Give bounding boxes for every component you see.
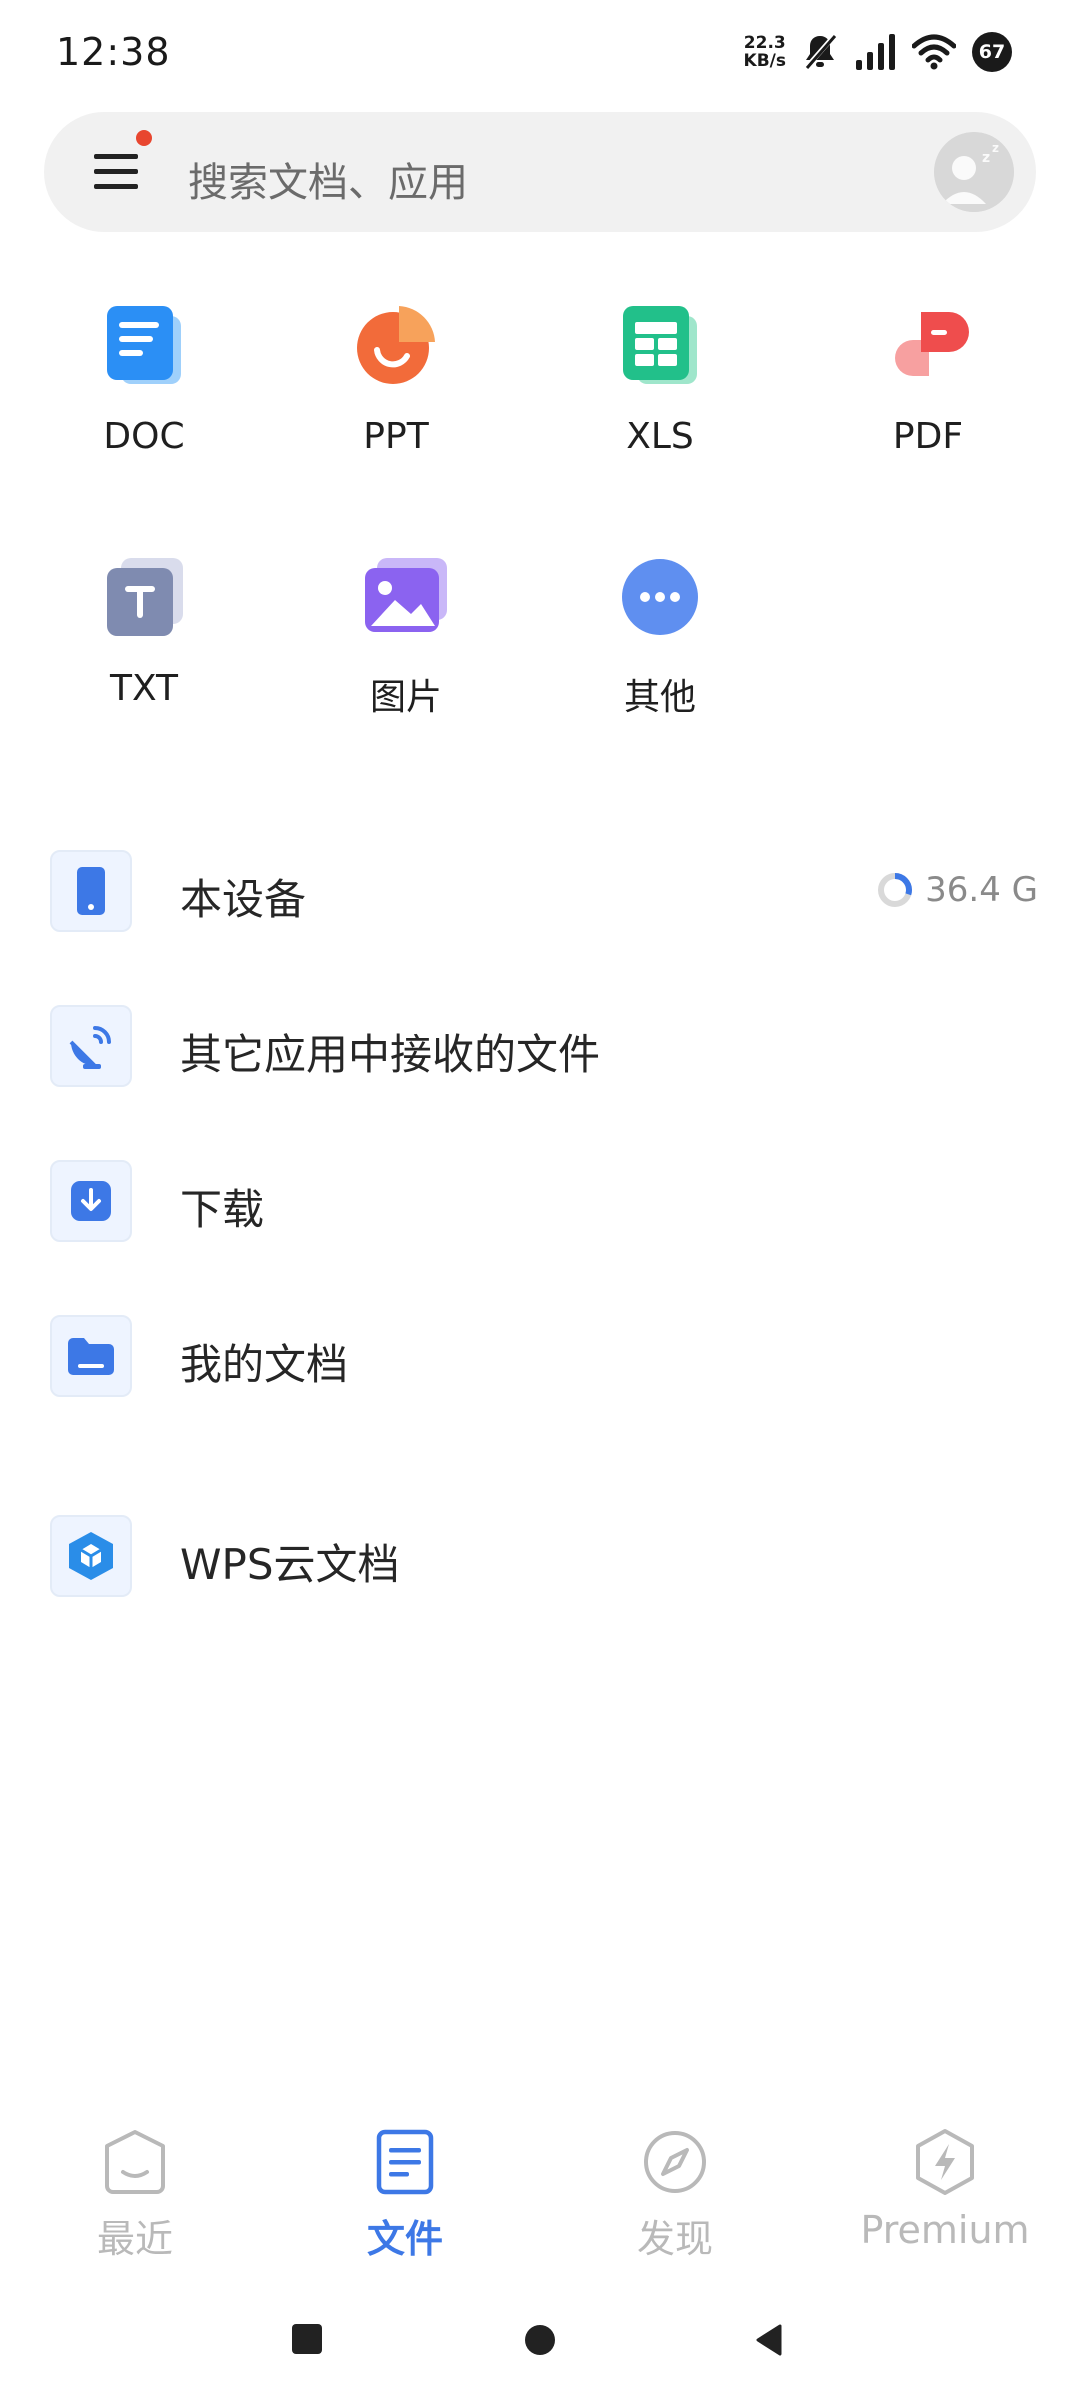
search-input[interactable]: 搜索文档、应用 (188, 150, 468, 208)
file-type-label: TXT (109, 668, 178, 709)
more-icon (622, 559, 698, 635)
doc-icon (107, 306, 181, 384)
storage-usage: 36.4 G (875, 870, 1038, 910)
avatar-sleeping-icon: z z (934, 132, 1014, 212)
premium-bolt-icon (916, 2129, 974, 2195)
txt-icon (107, 558, 183, 636)
file-type-label: DOC (103, 416, 185, 457)
file-type-label: XLS (626, 416, 694, 457)
signal-icon (856, 34, 895, 70)
bottom-tab-bar: 最近 文件 发现 Premium (0, 2110, 1080, 2270)
bell-muted-icon (804, 34, 837, 70)
file-type-label: 其他 (623, 677, 696, 718)
tab-recent[interactable]: 最近 (0, 2110, 270, 2261)
file-type-pdf[interactable]: PDF (818, 290, 1038, 490)
tab-label: 文件 (366, 2217, 443, 2261)
location-icon-wrap (50, 850, 132, 932)
location-downloads[interactable]: 下载 (48, 1150, 1038, 1250)
cloud-cube-icon (69, 1532, 113, 1580)
file-type-other[interactable]: 其他 (550, 542, 770, 742)
pdf-icon (895, 312, 969, 376)
location-label: 我的文档 (180, 1340, 349, 1389)
satellite-icon (69, 1026, 111, 1069)
tab-discover[interactable]: 发现 (540, 2110, 810, 2261)
file-type-doc[interactable]: DOC (34, 290, 254, 490)
file-type-txt[interactable]: TXT (34, 542, 254, 742)
download-icon (71, 1181, 111, 1221)
svg-text:z: z (982, 150, 990, 166)
folder-icon (68, 1338, 114, 1375)
ppt-icon (357, 306, 435, 384)
tab-premium[interactable]: Premium (810, 2110, 1080, 2260)
file-type-image[interactable]: 图片 (296, 542, 516, 742)
compass-icon (644, 2131, 706, 2193)
file-type-label: 图片 (369, 677, 442, 718)
svg-text:z: z (992, 141, 999, 155)
location-icon-wrap (50, 1160, 132, 1242)
location-label: 本设备 (180, 875, 307, 924)
file-type-label: PPT (363, 416, 429, 457)
status-time: 12:38 (56, 30, 171, 74)
phone-icon (77, 867, 105, 915)
tab-label: 最近 (96, 2217, 173, 2261)
storage-ring-icon (878, 873, 913, 907)
location-label: WPS云文档 (180, 1540, 400, 1589)
search-bar[interactable]: 搜索文档、应用 z z (44, 112, 1036, 232)
location-wps-cloud[interactable]: WPS云文档 (48, 1505, 1038, 1605)
system-nav-bar (0, 2290, 1080, 2400)
location-label: 下载 (180, 1185, 265, 1234)
tab-files[interactable]: 文件 (270, 2110, 540, 2261)
tab-label: Premium (860, 2208, 1030, 2252)
file-type-label: PDF (892, 416, 964, 457)
home-circle-icon[interactable] (516, 2316, 564, 2364)
file-type-ppt[interactable]: PPT (286, 290, 506, 490)
back-triangle-icon[interactable] (746, 2316, 794, 2364)
file-type-xls[interactable]: XLS (550, 290, 770, 490)
xls-icon (623, 306, 697, 384)
location-received-files[interactable]: 其它应用中接收的文件 (48, 995, 1038, 1095)
location-device[interactable]: 本设备 36.4 G (48, 840, 1038, 940)
location-icon-wrap (50, 1515, 132, 1597)
storage-size: 36.4 G (925, 870, 1038, 910)
tab-label: 发现 (636, 2217, 713, 2261)
network-speed: 22.3 KB/s (743, 33, 786, 71)
location-my-documents[interactable]: 我的文档 (48, 1305, 1038, 1405)
battery-indicator: 67 (972, 32, 1012, 72)
status-icons: 22.3 KB/s 67 (744, 30, 1012, 74)
recents-square-icon[interactable] (284, 2316, 332, 2364)
wifi-icon (912, 34, 956, 70)
location-label: 其它应用中接收的文件 (180, 1030, 601, 1079)
file-icon (376, 2129, 434, 2195)
location-icon-wrap (50, 1005, 132, 1087)
notification-dot (136, 130, 152, 146)
location-icon-wrap (50, 1315, 132, 1397)
menu-icon[interactable] (92, 148, 142, 196)
recent-icon (105, 2130, 165, 2194)
avatar[interactable]: z z (934, 132, 1014, 212)
status-bar: 12:38 22.3 KB/s 67 (0, 0, 1080, 104)
image-icon (365, 558, 447, 632)
